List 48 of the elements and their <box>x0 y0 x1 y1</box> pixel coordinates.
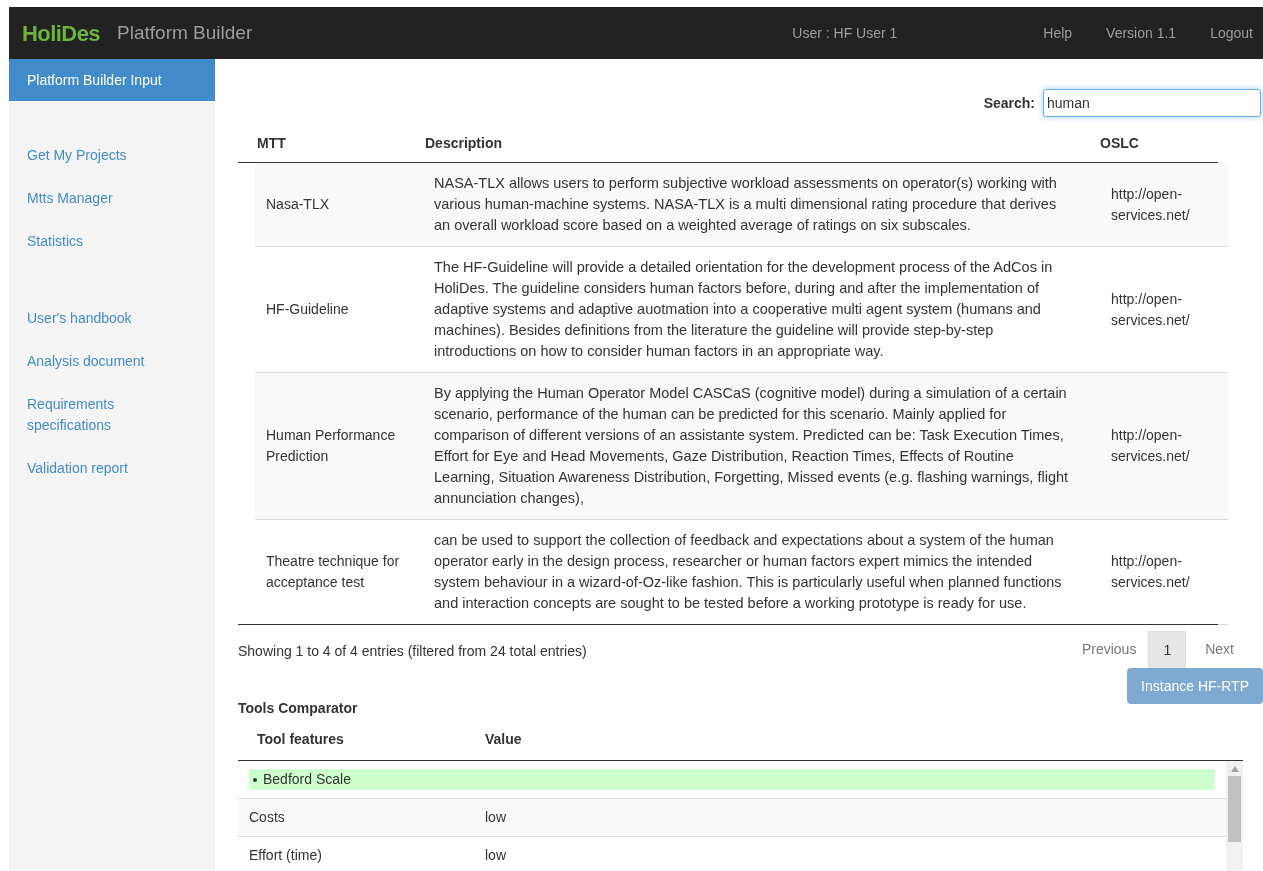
table-cell-text: Human Performance Prediction <box>265 426 397 466</box>
column-header[interactable]: MTT <box>238 133 425 154</box>
table-cell-text: low <box>485 808 506 827</box>
table-cell-text: Costs <box>248 808 286 827</box>
table-cell-text: NASA-TLX allows users to perform subjective workload assessments on operator(s) working with various human-machine systems. NASA-TLX is a multi dimensional rating procedure that derives an overall workload score based on a weighted average of ratings on six subscales. <box>433 174 1058 235</box>
table-cell-text: Theatre technique for acceptance test <box>265 552 401 592</box>
table-cell-text: By applying the Human Operator Model CASCaS (cognitive model) during a simulation of a certain scenario, performance of the human can be predicted for this scenario. Mainly applied for comparison of different versions of an assistante system. Predicted can be: Task Execution Times, Effort for Eye and Head Movements, Gaze Distribution, Reaction Times, Effects of Routine Learning, Situation Awareness Distribution, Forgetting, Missed events (e.g. flashing warnings, flight annunciation changes), <box>433 384 1070 508</box>
table-row[interactable] <box>255 163 1228 247</box>
page-button[interactable]: 1 <box>1148 631 1187 670</box>
app-title[interactable]: Platform Builder <box>117 18 253 48</box>
table-cell-text: HF-Guideline <box>265 300 350 319</box>
sidebar-link[interactable]: User's handbook <box>9 297 169 340</box>
nav-link[interactable]: Help <box>1043 22 1073 44</box>
bullet-icon <box>253 777 257 782</box>
nav-link[interactable]: Version 1.1 <box>1106 22 1177 44</box>
table-cell-text: Nasa-TLX <box>265 195 331 214</box>
column-header[interactable]: OSLC <box>1100 133 1139 154</box>
logo[interactable]: HoliDes <box>22 16 101 50</box>
sidebar-link[interactable]: Validation report <box>9 447 169 490</box>
scrollbar-thumb[interactable] <box>1228 776 1241 842</box>
scrollbar[interactable] <box>1226 761 1243 871</box>
table-cell-text: http://open-services.net/ <box>1110 184 1191 225</box>
table-row[interactable] <box>255 373 1228 520</box>
sidebar-link[interactable]: Requirements specifications <box>9 383 169 447</box>
previous-link[interactable]: Previous <box>1069 631 1149 670</box>
sidebar-link[interactable]: Statistics <box>9 220 169 263</box>
sidebar-link[interactable]: Mtts Manager <box>9 177 169 220</box>
table-info: Showing 1 to 4 of 4 entries (filtered from 24 total entries) <box>238 642 587 661</box>
table-cell-text: http://open-services.net/ <box>1110 289 1191 330</box>
column-header[interactable]: Description <box>425 133 1100 154</box>
column-header[interactable]: Value <box>485 729 522 750</box>
table-cell-text: http://open-services.net/ <box>1110 552 1191 592</box>
group-label: Bedford Scale <box>263 770 351 789</box>
sidebar-link[interactable]: Analysis document <box>9 340 169 383</box>
next-link[interactable]: Next <box>1186 631 1253 670</box>
table-cell-text: low <box>485 846 506 865</box>
column-header[interactable]: Tool features <box>238 729 485 750</box>
user-label: User : HF User 1 <box>792 23 898 43</box>
table-cell-text: can be used to support the collection of feedback and expectations about a system of the human operator early in the design process, researcher or human factors expert mimics the intended system behaviour in a wizard-of-Oz-like fashion. This is particularly useful when planned functions and interaction concepts are sought to be tested before a working prototype is ready for use. <box>433 531 1063 613</box>
table-cell-text: Effort (time) <box>248 846 323 865</box>
sidebar-link[interactable]: Get My Projects <box>9 134 169 177</box>
search-field[interactable]: human <box>1043 89 1261 117</box>
section-title: Tools Comparator <box>238 699 359 718</box>
table-cell-text: http://open-services.net/ <box>1110 426 1191 466</box>
search-label: Search: <box>983 93 1035 113</box>
table-cell-text: The HF-Guideline will provide a detailed orientation for the development process of the AdCos in HoliDes. The guideline considers human factors before, during and after the implementation of adaptive systems and adaptive auotmation into a cooperative multi agent system (humans and machines). Besides definitions from the literature the guideline will provide step-by-step introductions on how to consider human factors in an appropriate way. <box>433 258 1054 361</box>
nav-link[interactable]: Logout <box>1210 22 1253 44</box>
sidebar-item[interactable]: Platform Builder Input <box>9 59 215 101</box>
